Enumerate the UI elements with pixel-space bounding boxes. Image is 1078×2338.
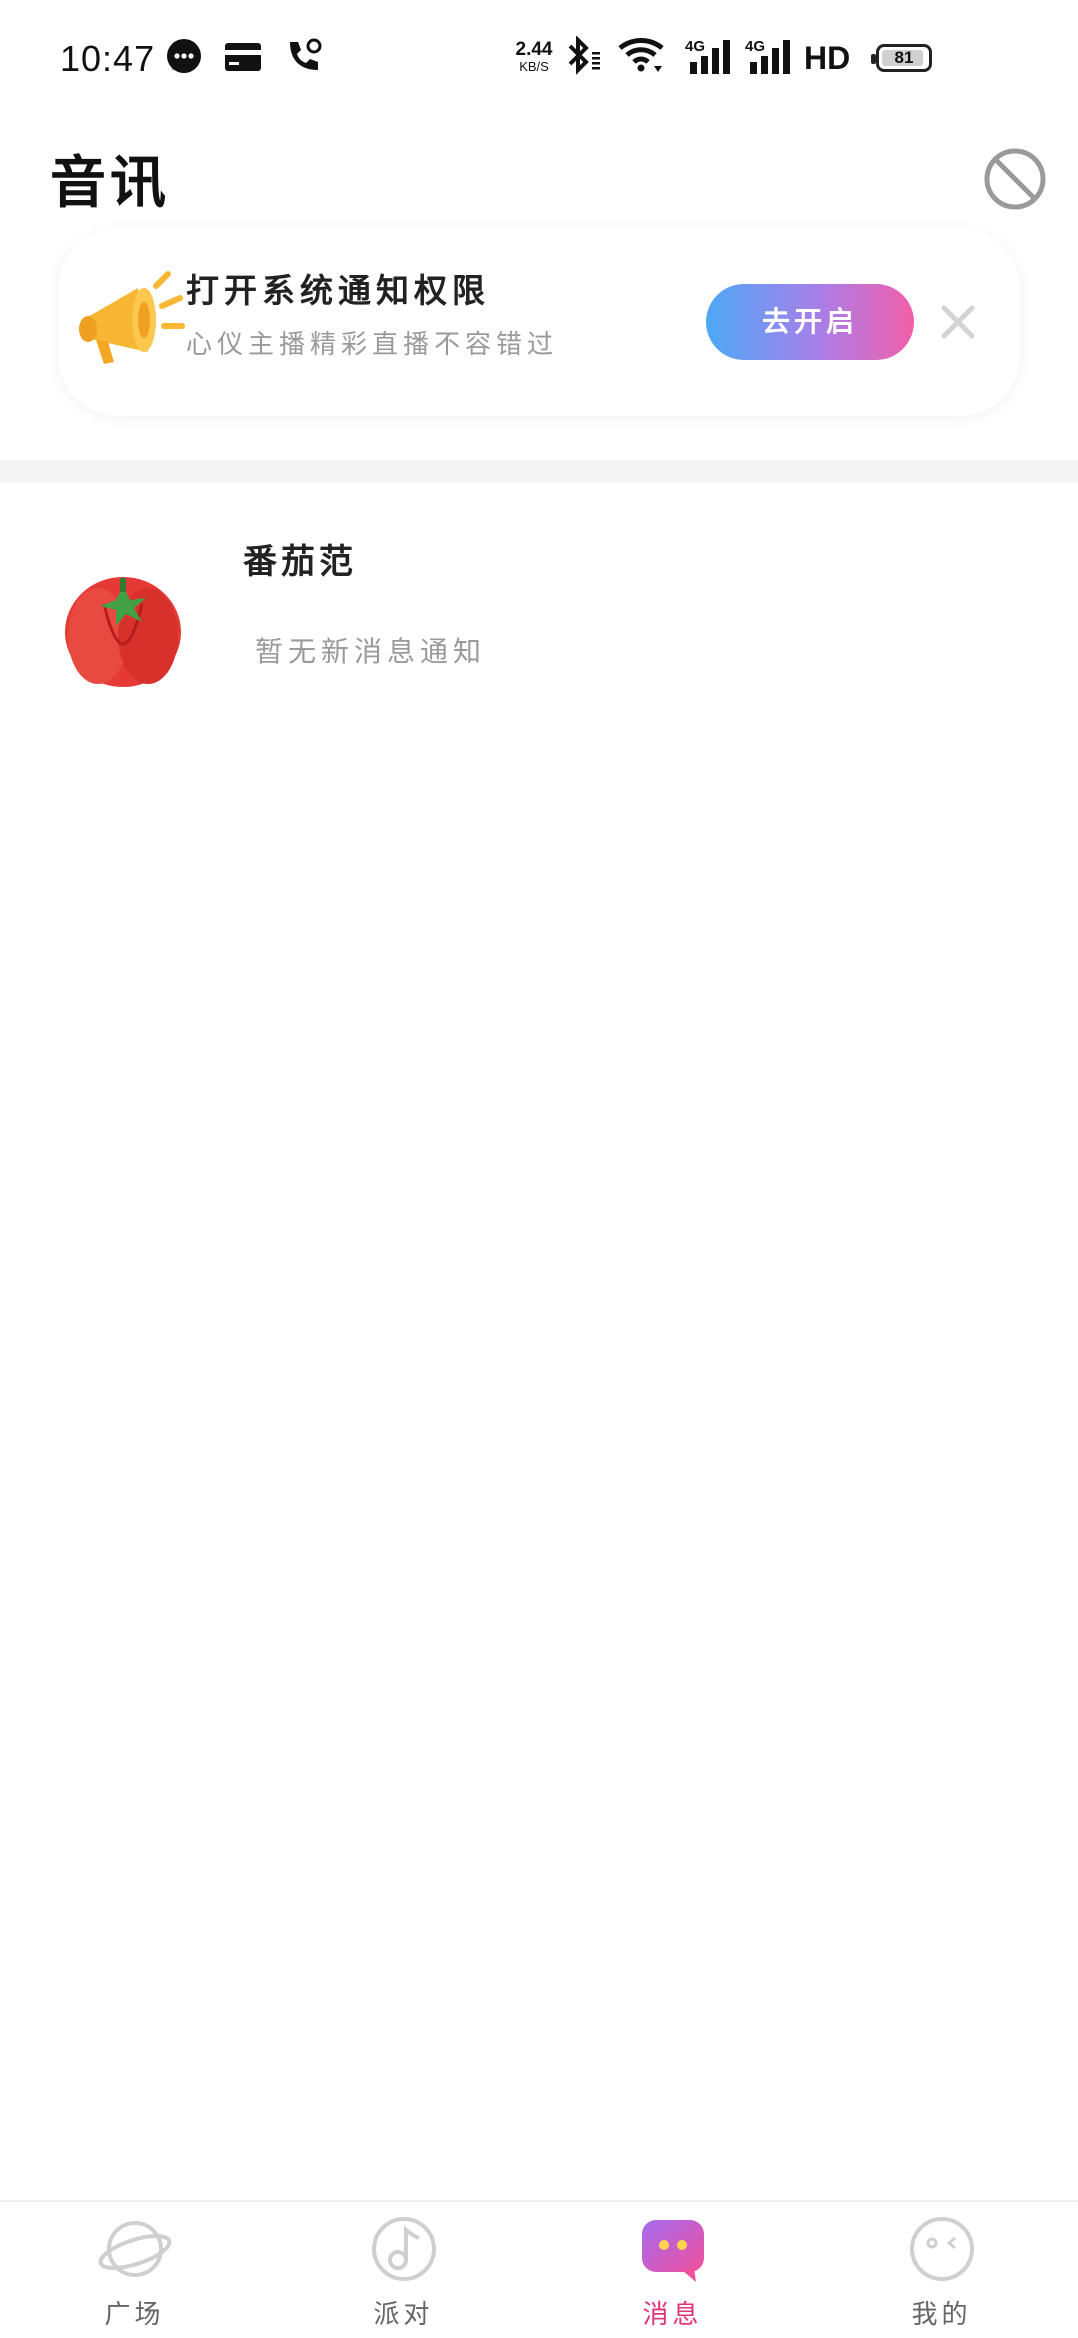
battery-level: 81 bbox=[894, 48, 914, 67]
face-icon bbox=[910, 2217, 974, 2281]
tab-messages[interactable]: 消息 bbox=[538, 2202, 807, 2338]
network-speed-value: 2.44 bbox=[515, 39, 553, 60]
hd-indicator: HD bbox=[804, 40, 851, 76]
page-title: 音讯 bbox=[50, 150, 170, 216]
screen: 10:47 2.44 KB/S 4G 4G HD 81 音讯 打开系统通知权限 … bbox=[0, 0, 1078, 2338]
enable-notifications-button[interactable]: 去开启 bbox=[706, 284, 914, 360]
section-divider bbox=[0, 460, 1078, 482]
tab-plaza[interactable]: 广场 bbox=[0, 2202, 269, 2338]
megaphone-icon bbox=[79, 271, 185, 364]
signal-icon-2 bbox=[750, 40, 790, 74]
tab-label-messages: 消息 bbox=[642, 2300, 703, 2330]
status-bar: 10:47 2.44 KB/S 4G 4G HD 81 bbox=[0, 0, 1078, 120]
tab-label-party: 派对 bbox=[373, 2300, 434, 2330]
clear-messages-button[interactable] bbox=[982, 146, 1048, 212]
notification-permission-banner: 打开系统通知权限 心仪主播精彩直播不容错过 去开启 bbox=[58, 228, 1020, 416]
tab-party[interactable]: 派对 bbox=[269, 2202, 538, 2338]
music-note-icon bbox=[372, 2217, 436, 2281]
tab-label-plaza: 广场 bbox=[104, 2300, 165, 2330]
card-icon bbox=[225, 43, 261, 71]
network-speed-unit: KB/S bbox=[519, 59, 549, 74]
list-item[interactable]: 番茄范 暂无新消息通知 bbox=[0, 482, 1078, 702]
signal-icon bbox=[690, 40, 730, 74]
banner-subtitle: 心仪主播精彩直播不容错过 bbox=[186, 330, 559, 360]
battery-icon: 81 bbox=[871, 44, 932, 72]
battery-cap bbox=[871, 54, 876, 64]
bluetooth-icon bbox=[568, 36, 600, 75]
tab-me[interactable]: 我的 bbox=[807, 2202, 1076, 2338]
planet-icon bbox=[98, 2221, 172, 2277]
sender-name: 番茄范 bbox=[243, 542, 357, 582]
banner-title: 打开系统通知权限 bbox=[186, 271, 490, 310]
tab-label-me: 我的 bbox=[911, 2300, 972, 2330]
message-icon bbox=[167, 39, 201, 73]
status-time: 10:47 bbox=[60, 38, 156, 79]
wifi-icon bbox=[618, 38, 664, 72]
chat-bubble-icon bbox=[642, 2220, 704, 2282]
network-speed: 2.44 KB/S bbox=[510, 40, 558, 74]
tomato-avatar bbox=[65, 577, 181, 687]
phone-icon bbox=[290, 38, 322, 70]
message-preview: 暂无新消息通知 bbox=[255, 635, 487, 668]
close-icon[interactable] bbox=[938, 302, 978, 342]
bottom-tab-bar: 广场 派对 消息 我的 bbox=[0, 2200, 1078, 2338]
